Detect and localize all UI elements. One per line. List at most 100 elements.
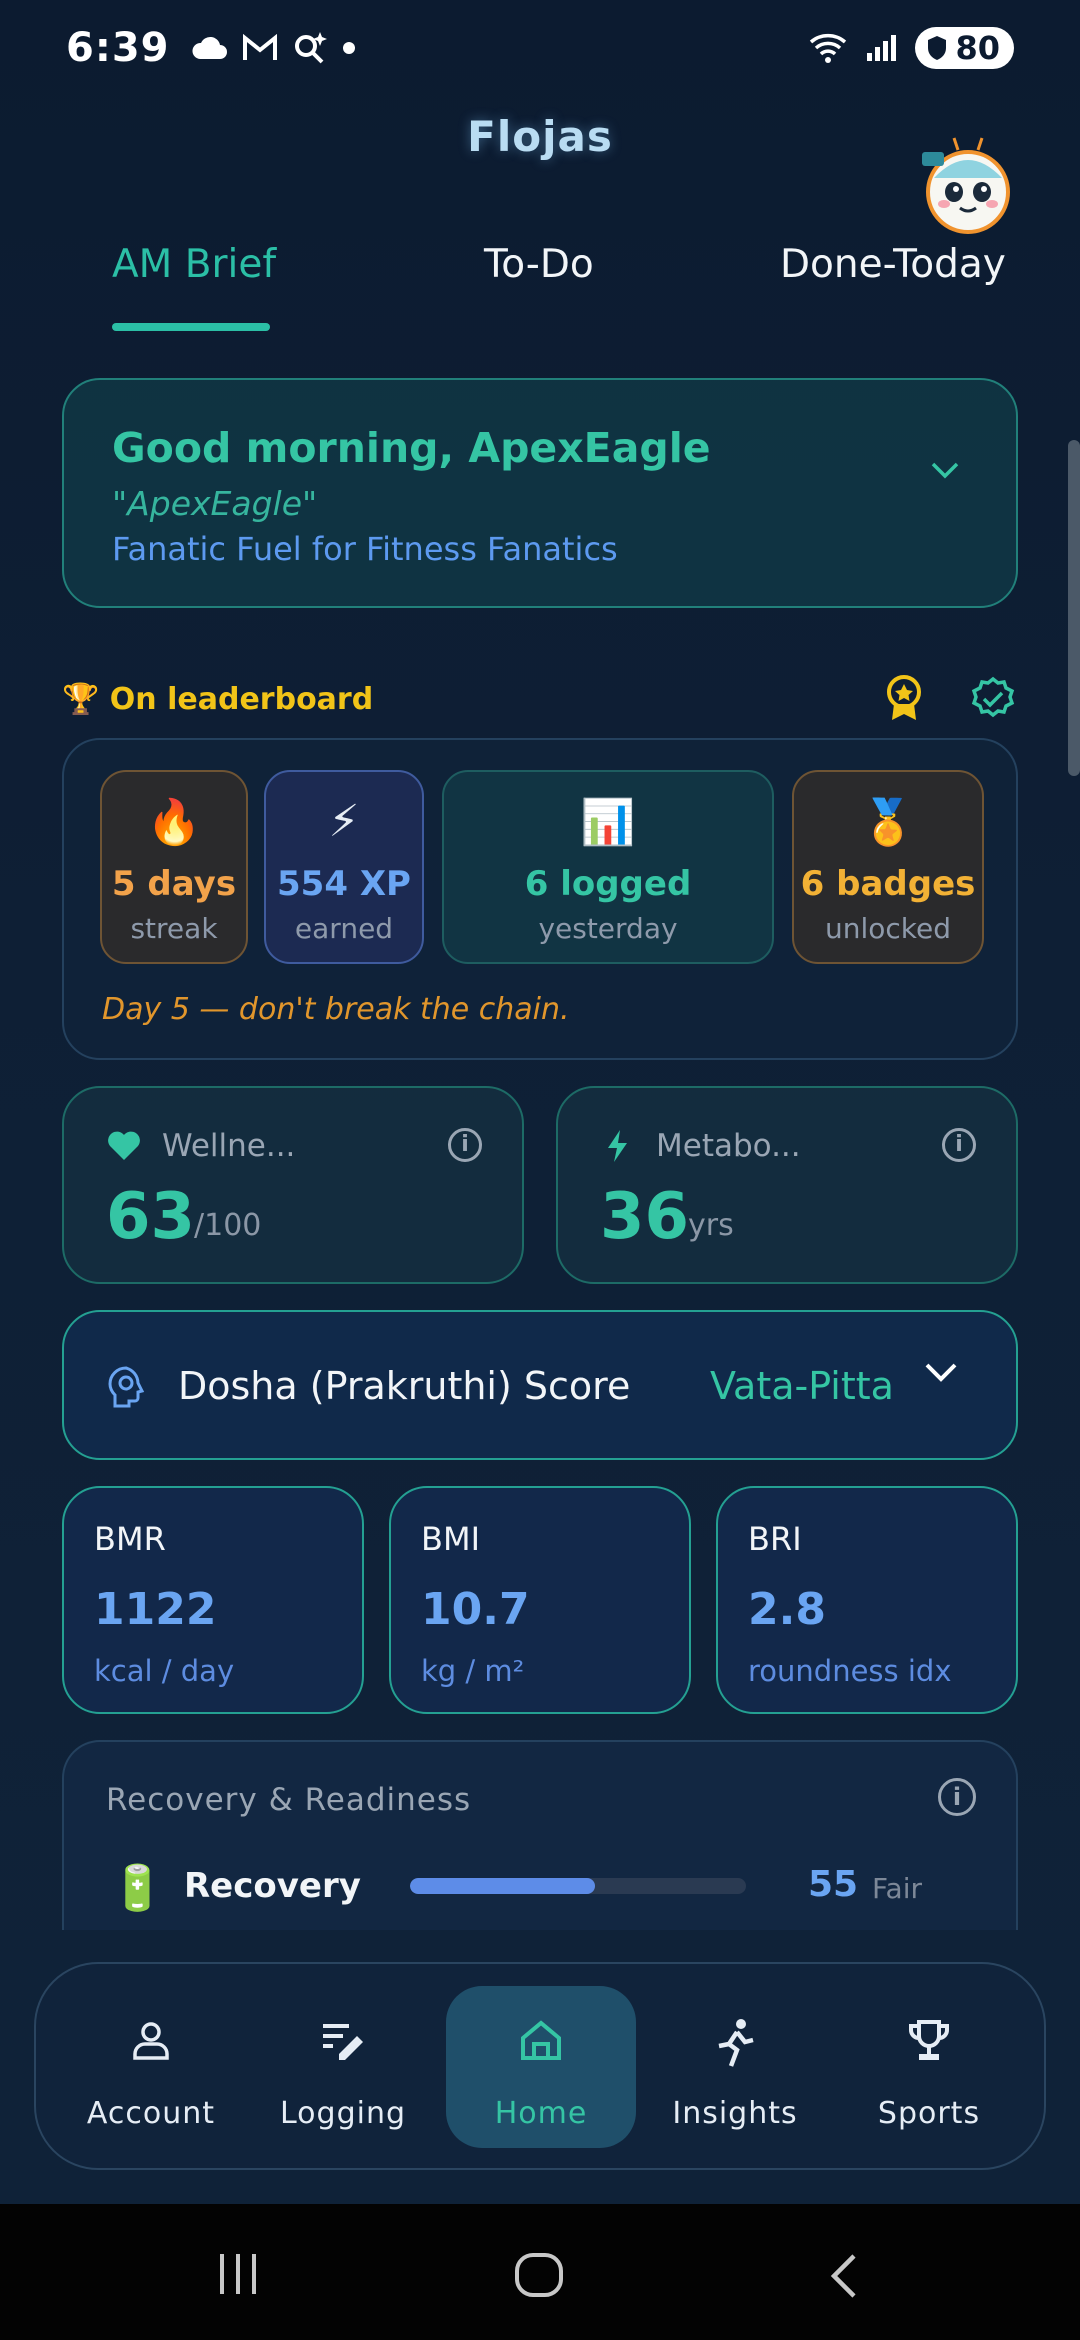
heart-icon bbox=[108, 1131, 140, 1160]
medal-icon[interactable] bbox=[882, 674, 926, 724]
info-icon[interactable]: i bbox=[448, 1128, 482, 1162]
bri-value: 2.8 bbox=[748, 1584, 826, 1635]
greeting-card[interactable]: Good morning, ApexEagle "ApexEagle" Fana… bbox=[62, 378, 1018, 608]
notification-icons bbox=[190, 30, 356, 66]
recovery-value: 55 bbox=[808, 1864, 859, 1905]
info-icon[interactable]: i bbox=[938, 1778, 976, 1816]
stat-value: 554 XP bbox=[277, 864, 411, 904]
bmr-value: 1122 bbox=[94, 1584, 217, 1635]
bri-label: BRI bbox=[748, 1520, 802, 1558]
dosha-label: Dosha (Prakruthi) Score bbox=[178, 1364, 631, 1408]
bmi-card[interactable]: BMI 10.7 kg / m² bbox=[389, 1486, 691, 1714]
greeting-nickname: "ApexEagle" bbox=[112, 484, 318, 523]
recovery-label: Recovery bbox=[184, 1866, 361, 1906]
battery-indicator: 80 bbox=[915, 27, 1014, 69]
tab-to-do[interactable]: To-Do bbox=[484, 242, 594, 287]
mascot-avatar[interactable] bbox=[920, 134, 1016, 234]
streak-message: Day 5 — don't break the chain. bbox=[102, 992, 570, 1027]
medal-emoji-icon: 🏅 bbox=[860, 797, 916, 848]
trophy-icon bbox=[909, 2020, 949, 2060]
stat-logged[interactable]: 📊 6 logged yesterday bbox=[442, 770, 774, 964]
greeting-text: Good morning, ApexEagle bbox=[112, 424, 711, 472]
gmail-icon bbox=[242, 34, 277, 60]
metabolic-label: Metabo... bbox=[656, 1128, 801, 1164]
chevron-down-icon[interactable] bbox=[930, 460, 960, 480]
battery-icon: 🔋 bbox=[110, 1863, 165, 1914]
wellness-score-card[interactable]: Wellne... i 63 /100 bbox=[62, 1086, 524, 1284]
battery-level: 80 bbox=[955, 29, 1000, 67]
nav-label: Logging bbox=[279, 2096, 407, 2131]
system-navigation-bar bbox=[0, 2204, 1080, 2340]
bmr-label: BMR bbox=[94, 1520, 166, 1558]
signal-icon bbox=[867, 35, 897, 61]
bri-unit: roundness idx bbox=[748, 1654, 952, 1688]
metabolic-value: 36 bbox=[600, 1180, 690, 1254]
nav-home[interactable]: Home bbox=[446, 1986, 636, 2148]
stat-label: unlocked bbox=[824, 912, 951, 945]
cloud-icon bbox=[191, 36, 227, 59]
bottom-nav: Account Logging Home Insights Sports bbox=[34, 1962, 1046, 2170]
person-icon bbox=[133, 2022, 169, 2060]
greeting-tagline: Fanatic Fuel for Fitness Fanatics bbox=[112, 530, 618, 568]
stat-value: 6 badges bbox=[800, 864, 976, 904]
wifi-icon bbox=[810, 34, 847, 63]
active-tab-indicator bbox=[112, 323, 270, 331]
edit-list-icon bbox=[323, 2024, 363, 2060]
recent-apps-icon[interactable] bbox=[214, 2252, 262, 2296]
home-button-icon[interactable] bbox=[514, 2252, 564, 2298]
leaderboard-row: 🏆 On leaderboard bbox=[62, 675, 1018, 728]
nav-label: Sports bbox=[877, 2096, 981, 2131]
back-icon[interactable] bbox=[826, 2252, 860, 2300]
home-icon bbox=[521, 2020, 561, 2060]
metabolic-age-card[interactable]: Metabo... i 36 yrs bbox=[556, 1086, 1018, 1284]
recovery-progress-bar bbox=[410, 1878, 746, 1894]
status-bar: 6:39 80 bbox=[0, 0, 1080, 96]
head-brain-icon bbox=[108, 1366, 145, 1408]
dosha-value: Vata-Pitta bbox=[710, 1364, 894, 1408]
verified-badge-icon[interactable] bbox=[970, 676, 1016, 722]
recovery-title: Recovery & Readiness bbox=[106, 1782, 472, 1818]
bmr-card[interactable]: BMR 1122 kcal / day bbox=[62, 1486, 364, 1714]
nav-label: Home bbox=[494, 2096, 588, 2131]
lightning-icon: ⚡ bbox=[328, 796, 360, 847]
bmi-value: 10.7 bbox=[421, 1584, 530, 1635]
nav-label: Account bbox=[86, 2096, 216, 2131]
status-time: 6:39 bbox=[66, 25, 170, 71]
bmr-unit: kcal / day bbox=[94, 1654, 235, 1688]
recovery-progress-fill bbox=[410, 1878, 595, 1894]
search-sparkle-icon bbox=[294, 32, 327, 64]
stat-value: 6 logged bbox=[524, 864, 692, 904]
wellness-unit: /100 bbox=[194, 1208, 262, 1243]
streak-stats-card: 🔥 5 days streak ⚡ 554 XP earned 📊 6 logg… bbox=[62, 738, 1018, 1060]
scrollbar[interactable] bbox=[1068, 440, 1080, 776]
stat-label: yesterday bbox=[538, 912, 678, 945]
stat-badges[interactable]: 🏅 6 badges unlocked bbox=[792, 770, 984, 964]
nav-insights[interactable]: Insights bbox=[640, 1964, 830, 2172]
nav-sports[interactable]: Sports bbox=[834, 1964, 1024, 2172]
fire-icon: 🔥 bbox=[146, 797, 202, 848]
bri-card[interactable]: BRI 2.8 roundness idx bbox=[716, 1486, 1018, 1714]
stat-value: 5 days bbox=[111, 864, 237, 904]
bolt-icon bbox=[608, 1130, 627, 1162]
metabolic-unit: yrs bbox=[688, 1208, 734, 1243]
dosha-score-card[interactable]: Dosha (Prakruthi) Score Vata-Pitta bbox=[62, 1310, 1018, 1460]
wellness-value: 63 bbox=[106, 1180, 196, 1254]
wellness-label: Wellne... bbox=[162, 1128, 296, 1164]
nav-logging[interactable]: Logging bbox=[248, 1964, 438, 2172]
stat-label: streak bbox=[130, 912, 218, 945]
bar-chart-icon: 📊 bbox=[580, 797, 636, 848]
stat-xp[interactable]: ⚡ 554 XP earned bbox=[264, 770, 424, 964]
chevron-down-icon[interactable] bbox=[924, 1360, 958, 1384]
tab-done-today[interactable]: Done-Today bbox=[780, 242, 1006, 287]
top-tabs: AM Brief To-Do Done-Today bbox=[0, 230, 1080, 331]
dot-icon bbox=[342, 42, 355, 54]
tab-am-brief[interactable]: AM Brief bbox=[112, 242, 276, 287]
nav-label: Insights bbox=[672, 2096, 798, 2131]
recovery-state: Fair bbox=[872, 1872, 922, 1905]
app-title: Flojas bbox=[467, 112, 613, 161]
nav-account[interactable]: Account bbox=[56, 1964, 246, 2172]
info-icon[interactable]: i bbox=[942, 1128, 976, 1162]
bmi-label: BMI bbox=[421, 1520, 480, 1558]
runner-icon bbox=[718, 2019, 754, 2067]
stat-streak[interactable]: 🔥 5 days streak bbox=[100, 770, 248, 964]
